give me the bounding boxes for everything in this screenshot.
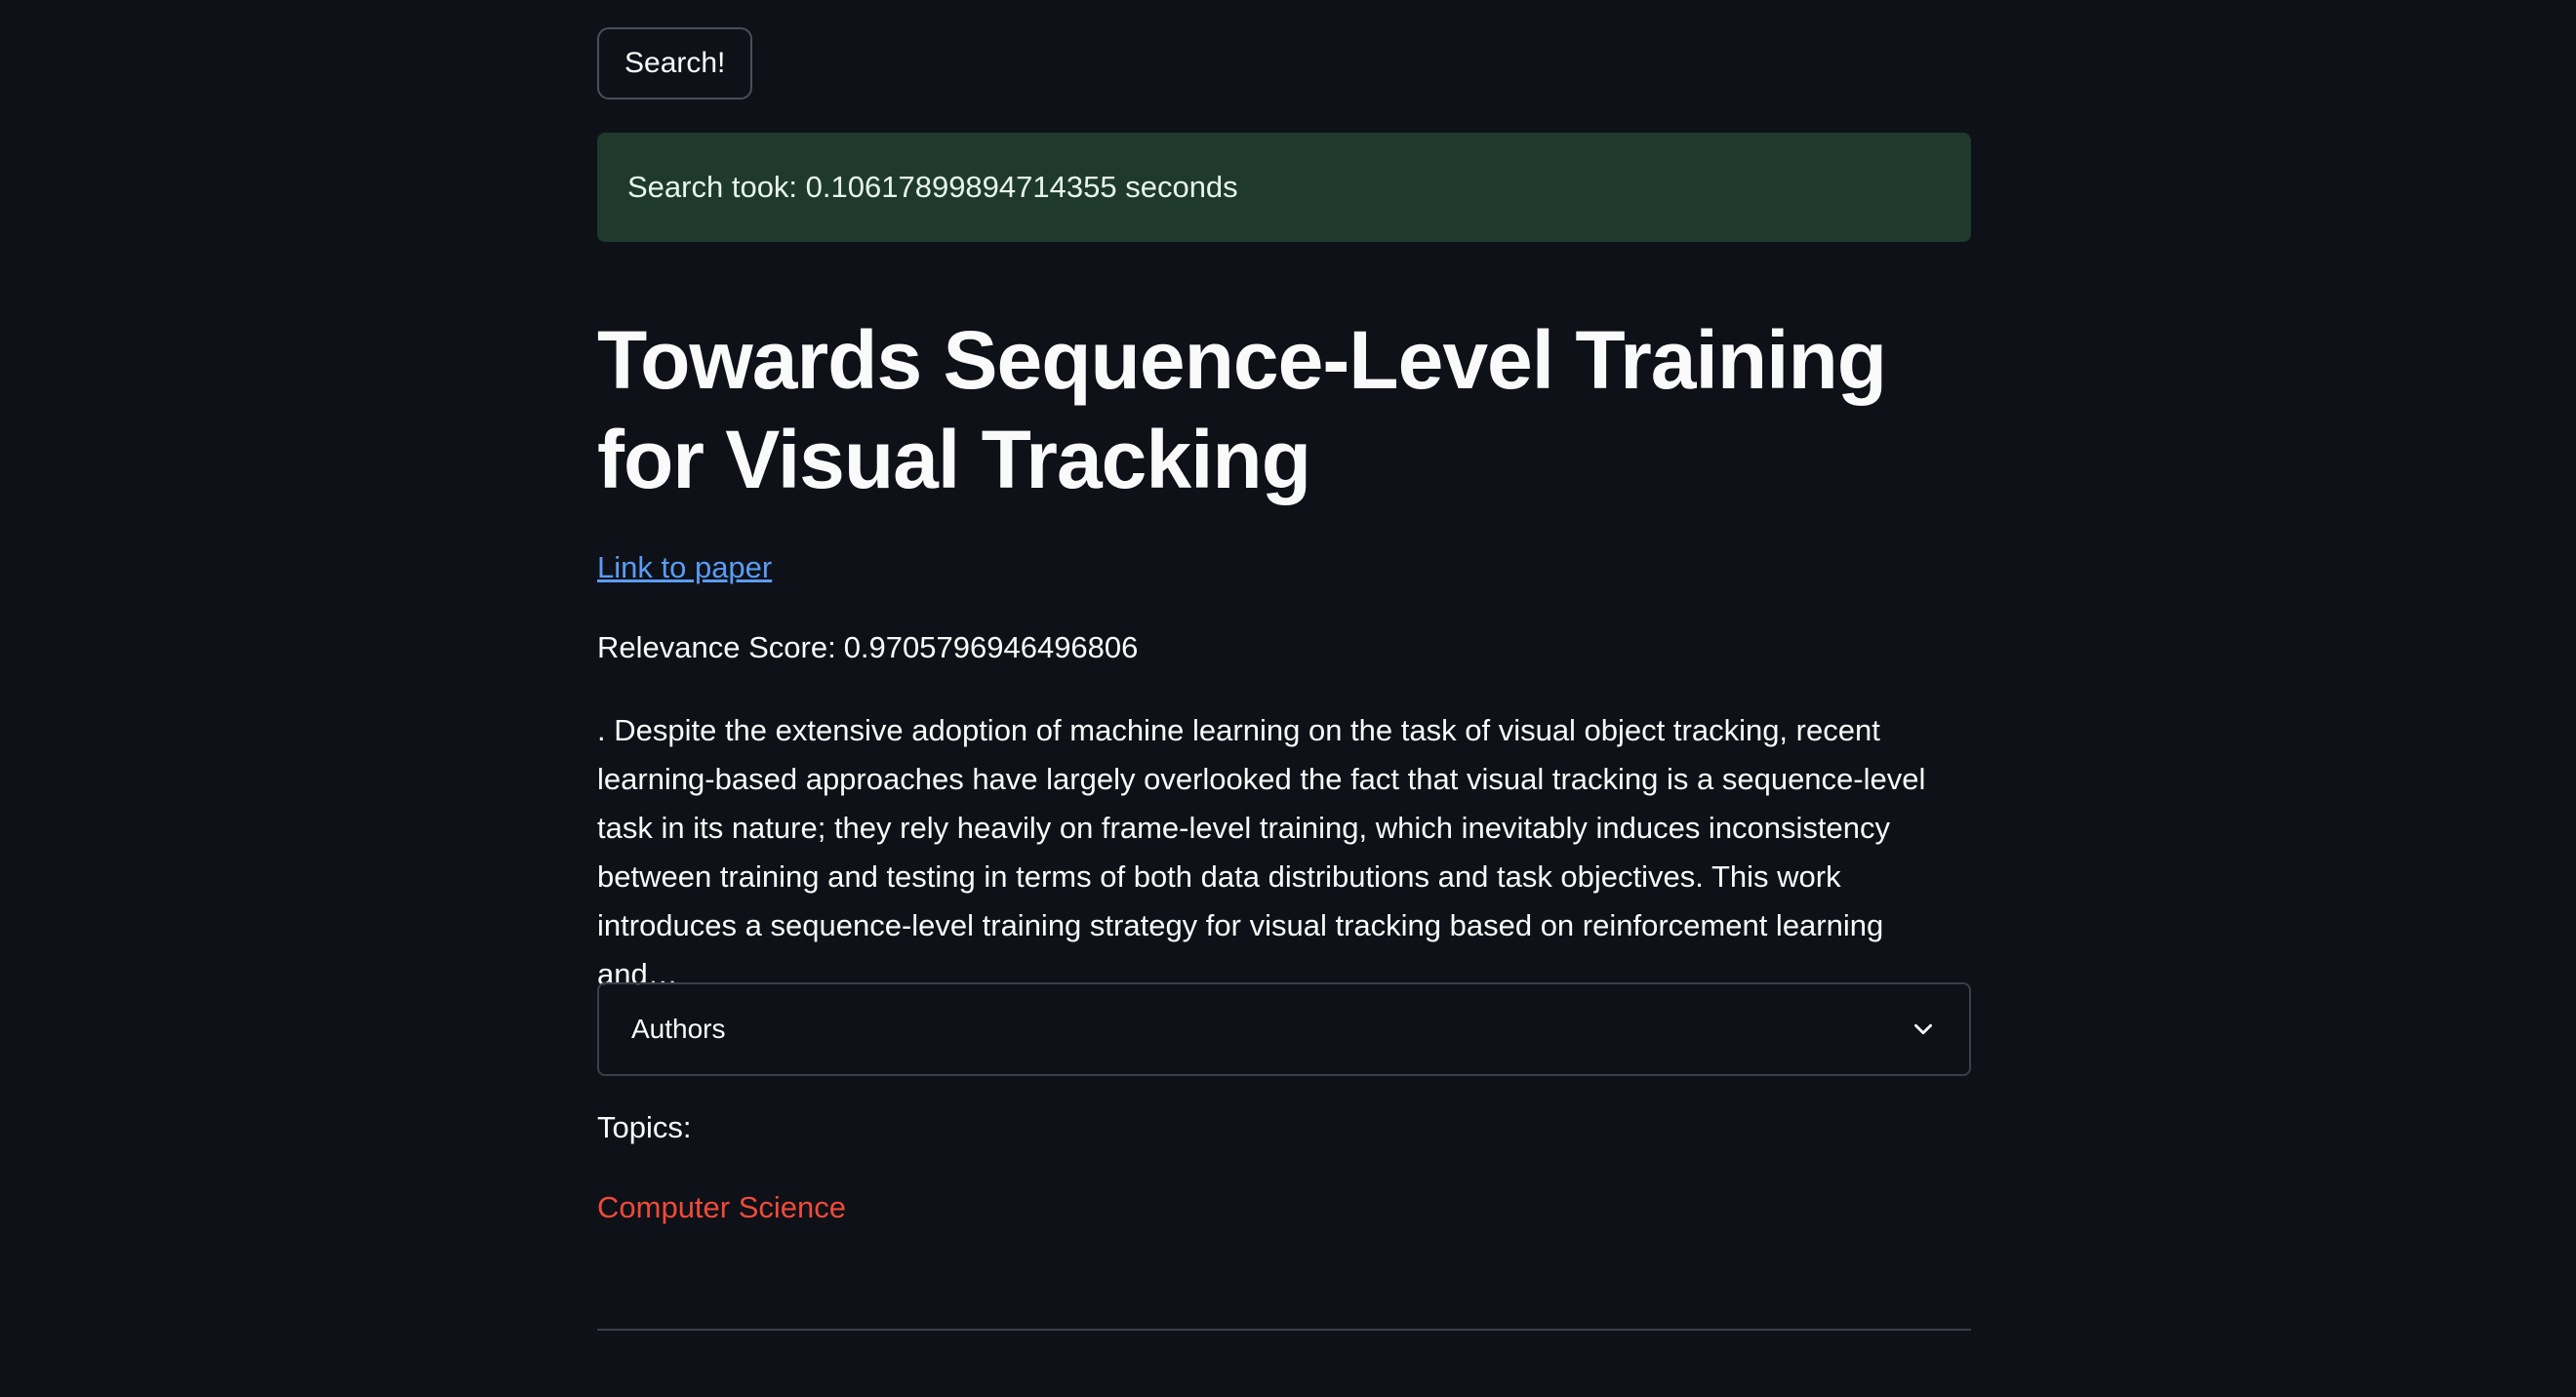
search-time-alert: Search took: 0.10617899894714355 seconds xyxy=(597,133,1971,242)
chevron-down-icon[interactable] xyxy=(1909,1015,1938,1044)
paper-title: Towards Sequence-Level Training for Visu… xyxy=(597,314,1887,505)
topic-tag: Computer Science xyxy=(597,1190,847,1224)
relevance-score-value: 0.9705796946496806 xyxy=(843,630,1139,664)
result-divider xyxy=(597,1329,1971,1331)
paper-abstract: . Despite the extensive adoption of mach… xyxy=(597,713,1926,991)
authors-expander[interactable]: Authors xyxy=(597,982,1971,1076)
paper-link[interactable]: Link to paper xyxy=(597,550,772,585)
authors-expander-label: Authors xyxy=(631,1014,726,1044)
search-button[interactable]: Search! xyxy=(597,27,753,100)
topics-label: Topics: xyxy=(597,1110,692,1144)
search-time-text: Search took: 0.10617899894714355 seconds xyxy=(627,170,1238,204)
relevance-score: Relevance Score: 0.9705796946496806 xyxy=(597,630,1138,665)
relevance-score-label: Relevance Score: xyxy=(597,630,836,664)
